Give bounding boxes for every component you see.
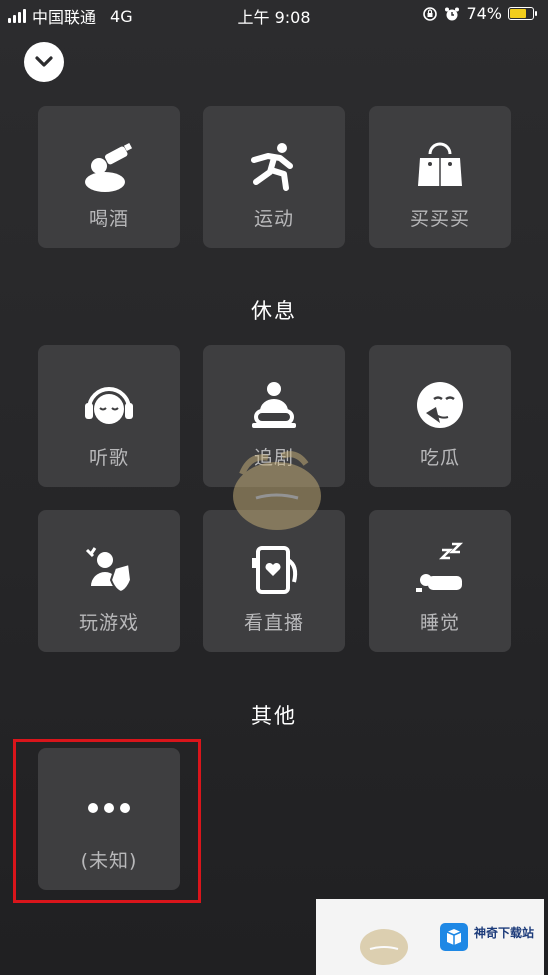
headphones-icon <box>81 377 137 433</box>
running-icon <box>246 138 302 194</box>
shopping-bag-icon <box>412 138 468 194</box>
section-title-other: 其他 <box>251 704 297 728</box>
tile-label: 买买买 <box>409 208 470 230</box>
tile-music[interactable]: 听歌 <box>38 345 180 487</box>
highlight-box <box>13 739 201 903</box>
alarm-icon <box>445 7 460 20</box>
tile-label: 睡觉 <box>419 612 460 634</box>
tv-watching-icon <box>246 377 302 433</box>
sleeping-icon <box>412 542 468 598</box>
drinking-icon <box>81 138 137 194</box>
tile-shopping[interactable]: 买买买 <box>369 106 511 248</box>
badge-box-icon <box>440 923 468 951</box>
orientation-lock-icon <box>423 6 438 21</box>
watermark-logo <box>222 444 332 534</box>
tile-label: 看直播 <box>243 612 304 634</box>
collapse-button[interactable] <box>24 42 64 82</box>
tile-gossip[interactable]: 吃瓜 <box>369 345 511 487</box>
badge-mascot-icon <box>360 929 408 965</box>
tile-sleep[interactable]: 睡觉 <box>369 510 511 652</box>
tile-gaming[interactable]: 玩游戏 <box>38 510 180 652</box>
tile-label: 听歌 <box>88 447 129 469</box>
eating-melon-icon <box>412 377 468 433</box>
tile-drinking[interactable]: 喝酒 <box>38 106 180 248</box>
live-stream-icon <box>246 542 302 598</box>
chevron-down-icon <box>35 56 53 67</box>
battery-icon <box>508 7 537 20</box>
tile-label: 运动 <box>253 208 294 230</box>
badge-text: 神奇下载站 <box>474 926 535 940</box>
tile-label: 喝酒 <box>88 208 129 230</box>
status-bar: 中国联通 4G 上午 9:08 74% <box>0 0 548 28</box>
tile-label: 吃瓜 <box>419 447 460 469</box>
tile-label: 玩游戏 <box>78 612 139 634</box>
tile-sports[interactable]: 运动 <box>203 106 345 248</box>
watermark-badge: 神奇下载站 <box>316 899 544 975</box>
gaming-icon <box>81 542 137 598</box>
section-title-rest: 休息 <box>251 299 297 323</box>
battery-percent: 74% <box>466 4 502 23</box>
